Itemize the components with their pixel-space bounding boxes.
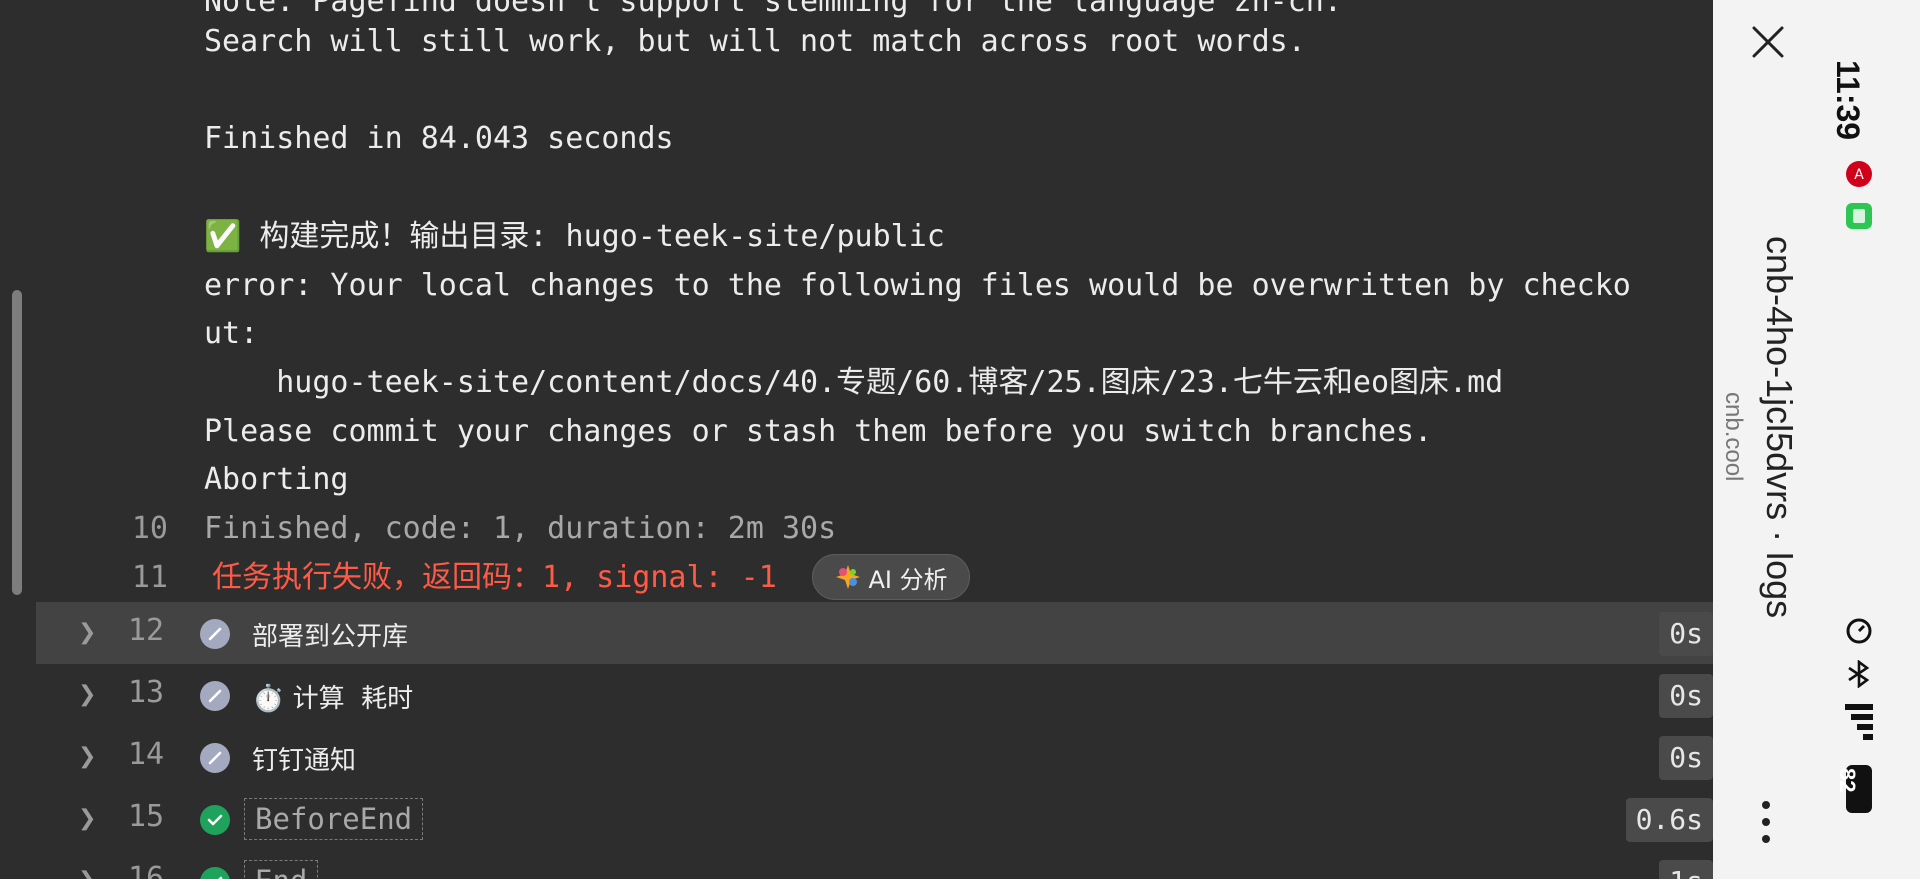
signal-icon	[1845, 704, 1873, 740]
line-number: 11	[131, 560, 168, 595]
step-name: 钉钉通知	[252, 746, 357, 776]
log-line: Please commit your changes or stash them…	[204, 414, 1433, 449]
bluetooth-icon	[1848, 660, 1870, 688]
log-viewer: Note: Pagefind doesn't support stemming …	[0, 0, 1713, 879]
chevron-right-icon[interactable]: ❯	[78, 744, 96, 769]
log-line: Finished in 84.043 seconds	[204, 121, 674, 156]
page-title: cnb-4ho-1jcl5dvrs · logs	[1759, 236, 1800, 619]
step-row[interactable]: ❯ 13 ⏱️ 计算 耗时 0s	[36, 664, 1713, 726]
close-icon[interactable]	[1748, 22, 1788, 62]
ai-analyze-button[interactable]: AI 分析	[812, 554, 970, 600]
scrollbar[interactable]	[12, 290, 22, 595]
step-name: End	[244, 860, 319, 879]
log-line-failure: 任务执行失败，返回码：1, signal: -1	[212, 560, 777, 595]
step-duration: 0.6s	[1625, 798, 1713, 842]
more-vertical-icon[interactable]	[1756, 800, 1776, 844]
skip-circle-icon	[200, 619, 230, 649]
step-number: 14	[128, 737, 165, 772]
app-notification-icon: A	[1846, 161, 1872, 187]
step-name: ⏱️ 计算 耗时	[252, 684, 414, 714]
step-row[interactable]: ❯ 12 部署到公开库 0s	[36, 602, 1713, 664]
step-row[interactable]: ❯ 15 BeforeEnd 0.6s	[36, 788, 1713, 850]
chevron-right-icon[interactable]: ❯	[78, 682, 96, 707]
log-line-file-path: hugo-teek-site/content/docs/40.专题/60.博客/…	[204, 365, 1504, 400]
log-line-error: error: Your local changes to the followi…	[204, 268, 1631, 303]
step-duration: 0s	[1659, 736, 1713, 780]
step-number: 12	[128, 613, 165, 648]
battery-level: 82	[1835, 768, 1860, 793]
line-number: 10	[131, 511, 168, 546]
status-time: 11:39	[1830, 60, 1866, 141]
ai-sparkle-icon	[836, 565, 861, 589]
chevron-right-icon[interactable]: ❯	[78, 806, 96, 831]
skip-circle-icon	[200, 743, 230, 773]
log-line: Note: Pagefind doesn't support stemming …	[204, 0, 1342, 19]
ai-analyze-label: AI 分析	[868, 565, 948, 594]
step-duration: 0s	[1659, 612, 1713, 656]
log-line-build-complete: ✅ 构建完成！输出目录: hugo-teek-site/public	[204, 219, 945, 254]
check-circle-icon	[200, 867, 230, 879]
step-duration: 0s	[1659, 674, 1713, 718]
svg-text:A: A	[1854, 167, 1864, 183]
alarm-icon	[1846, 618, 1872, 644]
step-number: 13	[128, 675, 165, 710]
step-name: 部署到公开库	[252, 622, 409, 652]
skip-circle-icon	[200, 681, 230, 711]
log-line: Search will still work, but will not mat…	[204, 24, 1306, 59]
log-line: Aborting	[204, 462, 349, 497]
wechat-notification-icon	[1846, 203, 1872, 229]
chevron-right-icon[interactable]: ❯	[78, 868, 96, 879]
log-line-finished: Finished, code: 1, duration: 2m 30s	[204, 511, 837, 546]
check-circle-icon	[200, 805, 230, 835]
step-row[interactable]: ❯ 14 钉钉通知 0s	[36, 726, 1713, 788]
log-line: ut:	[204, 316, 259, 351]
chevron-right-icon[interactable]: ❯	[78, 620, 96, 645]
step-row[interactable]: ❯ 16 End 1s	[36, 850, 1713, 879]
step-name: BeforeEnd	[244, 798, 424, 840]
step-number: 15	[128, 799, 165, 834]
page-subtitle: cnb.cool	[1720, 392, 1747, 482]
step-number: 16	[128, 861, 165, 879]
step-duration: 1s	[1659, 860, 1713, 879]
